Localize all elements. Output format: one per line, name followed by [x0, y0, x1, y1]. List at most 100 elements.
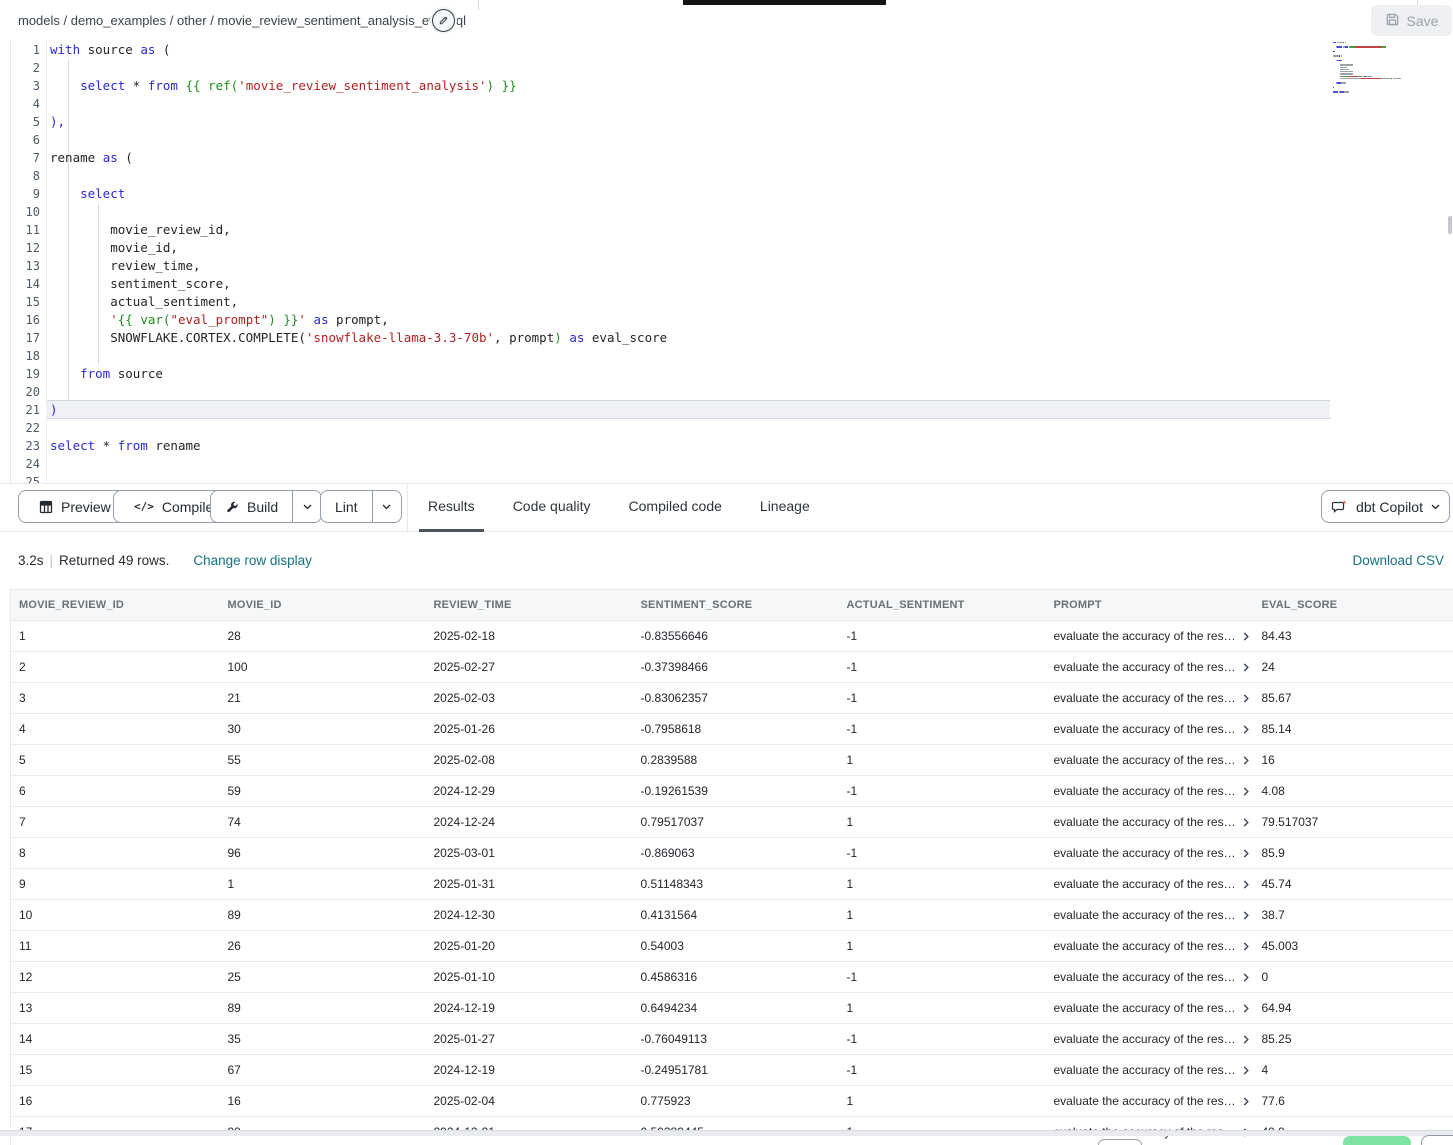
prompt-cell-expandable[interactable]: evaluate the accuracy of the res… [1054, 784, 1254, 798]
table-cell: 9 [11, 869, 220, 900]
table-cell: 10 [11, 900, 220, 931]
change-row-display-link[interactable]: Change row display [193, 553, 312, 568]
table-cell: -1 [839, 838, 1046, 869]
lint-dropdown-button[interactable] [372, 491, 401, 522]
chevron-right-icon[interactable] [1242, 1066, 1251, 1075]
chevron-right-icon[interactable] [1242, 694, 1251, 703]
chevron-right-icon[interactable] [1242, 1035, 1251, 1044]
prompt-cell-expandable[interactable]: evaluate the accuracy of the res… [1054, 660, 1254, 674]
chevron-right-icon[interactable] [1242, 787, 1251, 796]
line-number: 23 [0, 437, 40, 455]
results-statusbar: 3.2s|Returned 49 rows. Change row displa… [0, 532, 1453, 589]
footer-button-partial[interactable] [1421, 1135, 1453, 1145]
table-cell: 77.6 [1254, 1086, 1453, 1117]
code-line[interactable]: 8 [0, 167, 1453, 185]
prompt-cell-expandable[interactable]: evaluate the accuracy of the res… [1054, 753, 1254, 767]
table-cell: 79.517037 [1254, 807, 1453, 838]
code-line[interactable]: 24 [0, 455, 1453, 473]
dbt-copilot-button[interactable]: dbt Copilot [1321, 490, 1450, 523]
table-cell: 85.9 [1254, 838, 1453, 869]
tab-compiled-code[interactable]: Compiled code [620, 483, 731, 532]
chevron-right-icon[interactable] [1242, 942, 1251, 951]
prompt-cell-expandable[interactable]: evaluate the accuracy of the res… [1054, 722, 1254, 736]
prompt-cell-expandable[interactable]: evaluate the accuracy of the res… [1054, 629, 1254, 643]
code-line[interactable]: 16 '{{ var("eval_prompt") }}' as prompt, [0, 311, 1453, 329]
code-line[interactable]: 17 SNOWFLAKE.CORTEX.COMPLETE('snowflake-… [0, 329, 1453, 347]
table-cell: 2 [11, 652, 220, 683]
chevron-right-icon[interactable] [1242, 1097, 1251, 1106]
chevron-right-icon[interactable] [1242, 725, 1251, 734]
prompt-cell-expandable[interactable]: evaluate the accuracy of the res… [1054, 1094, 1254, 1108]
table-cell: 1 [839, 869, 1046, 900]
code-line[interactable]: 9 select [0, 185, 1453, 203]
preview-label: Preview [61, 499, 111, 515]
table-cell: 21 [220, 683, 426, 714]
save-label: Save [1407, 13, 1439, 29]
table-cell: 59 [220, 776, 426, 807]
table-cell: evaluate the accuracy of the res… [1046, 652, 1254, 683]
chevron-right-icon[interactable] [1242, 663, 1251, 672]
code-line[interactable]: 5), [0, 113, 1453, 131]
code-line[interactable]: 2 [0, 59, 1453, 77]
code-line[interactable]: 19 from source [0, 365, 1453, 383]
save-button[interactable]: Save [1371, 5, 1452, 36]
code-line[interactable]: 18 [0, 347, 1453, 365]
code-line[interactable]: 25 [0, 473, 1453, 483]
code-line[interactable]: 4 [0, 95, 1453, 113]
chevron-right-icon[interactable] [1242, 849, 1251, 858]
chevron-right-icon[interactable] [1242, 1004, 1251, 1013]
prompt-cell-expandable[interactable]: evaluate the accuracy of the res… [1054, 939, 1254, 953]
table-cell: 45.74 [1254, 869, 1453, 900]
code-line[interactable]: 7rename as ( [0, 149, 1453, 167]
prompt-cell-expandable[interactable]: evaluate the accuracy of the res… [1054, 1032, 1254, 1046]
code-line[interactable]: 23select * from rename [0, 437, 1453, 455]
editor-scrollbar-thumb[interactable] [1448, 216, 1452, 234]
table-row: 8962025-03-01-0.869063-1evaluate the acc… [11, 838, 1453, 869]
column-header: REVIEW_TIME [426, 590, 633, 621]
prompt-cell-expandable[interactable]: evaluate the accuracy of the res… [1054, 1001, 1254, 1015]
download-csv-link[interactable]: Download CSV [1352, 532, 1444, 589]
code-line[interactable]: 22 [0, 419, 1453, 437]
prompt-cell-expandable[interactable]: evaluate the accuracy of the res… [1054, 877, 1254, 891]
code-line[interactable]: 3 select * from {{ ref('movie_review_sen… [0, 77, 1453, 95]
chevron-right-icon[interactable] [1242, 973, 1251, 982]
table-cell: 2024-12-19 [426, 1055, 633, 1086]
pencil-icon [432, 9, 455, 32]
chevron-right-icon[interactable] [1242, 756, 1251, 765]
breadcrumb[interactable]: models / demo_examples / other / movie_r… [18, 0, 466, 40]
chevron-right-icon[interactable] [1242, 818, 1251, 827]
code-line[interactable]: 21) [0, 401, 1453, 419]
lint-split-button: Lint [320, 490, 402, 523]
prompt-cell-expandable[interactable]: evaluate the accuracy of the res… [1054, 970, 1254, 984]
code-line[interactable]: 11 movie_review_id, [0, 221, 1453, 239]
code-line[interactable]: 6 [0, 131, 1453, 149]
code-line[interactable]: 1with source as ( [0, 41, 1453, 59]
code-minimap[interactable] [1333, 42, 1445, 112]
prompt-cell-expandable[interactable]: evaluate the accuracy of the res… [1054, 1063, 1254, 1077]
tab-results[interactable]: Results [419, 483, 484, 532]
code-line[interactable]: 20 [0, 383, 1453, 401]
build-button[interactable]: Build [211, 491, 292, 522]
footer-green-button-partial[interactable] [1343, 1136, 1411, 1145]
tab-code-quality[interactable]: Code quality [504, 483, 600, 532]
chevron-right-icon[interactable] [1242, 880, 1251, 889]
tab-lineage[interactable]: Lineage [751, 483, 819, 532]
code-line[interactable]: 15 actual_sentiment, [0, 293, 1453, 311]
code-line[interactable]: 10 [0, 203, 1453, 221]
chevron-right-icon[interactable] [1242, 632, 1251, 641]
code-line[interactable]: 14 sentiment_score, [0, 275, 1453, 293]
code-line[interactable]: 13 review_time, [0, 257, 1453, 275]
table-cell: 1 [839, 745, 1046, 776]
prompt-text: evaluate the accuracy of the res… [1054, 815, 1236, 829]
bottom-scroll-strip[interactable] [0, 1130, 1453, 1136]
prompt-cell-expandable[interactable]: evaluate the accuracy of the res… [1054, 846, 1254, 860]
prompt-cell-expandable[interactable]: evaluate the accuracy of the res… [1054, 691, 1254, 705]
prompt-cell-expandable[interactable]: evaluate the accuracy of the res… [1054, 815, 1254, 829]
code-line[interactable]: 12 movie_id, [0, 239, 1453, 257]
lint-button[interactable]: Lint [321, 491, 372, 522]
footer-button-partial[interactable] [1098, 1139, 1142, 1145]
chevron-right-icon[interactable] [1242, 911, 1251, 920]
prompt-cell-expandable[interactable]: evaluate the accuracy of the res… [1054, 908, 1254, 922]
build-dropdown-button[interactable] [292, 491, 321, 522]
code-editor[interactable]: 1with source as (23 select * from {{ ref… [0, 40, 1453, 483]
